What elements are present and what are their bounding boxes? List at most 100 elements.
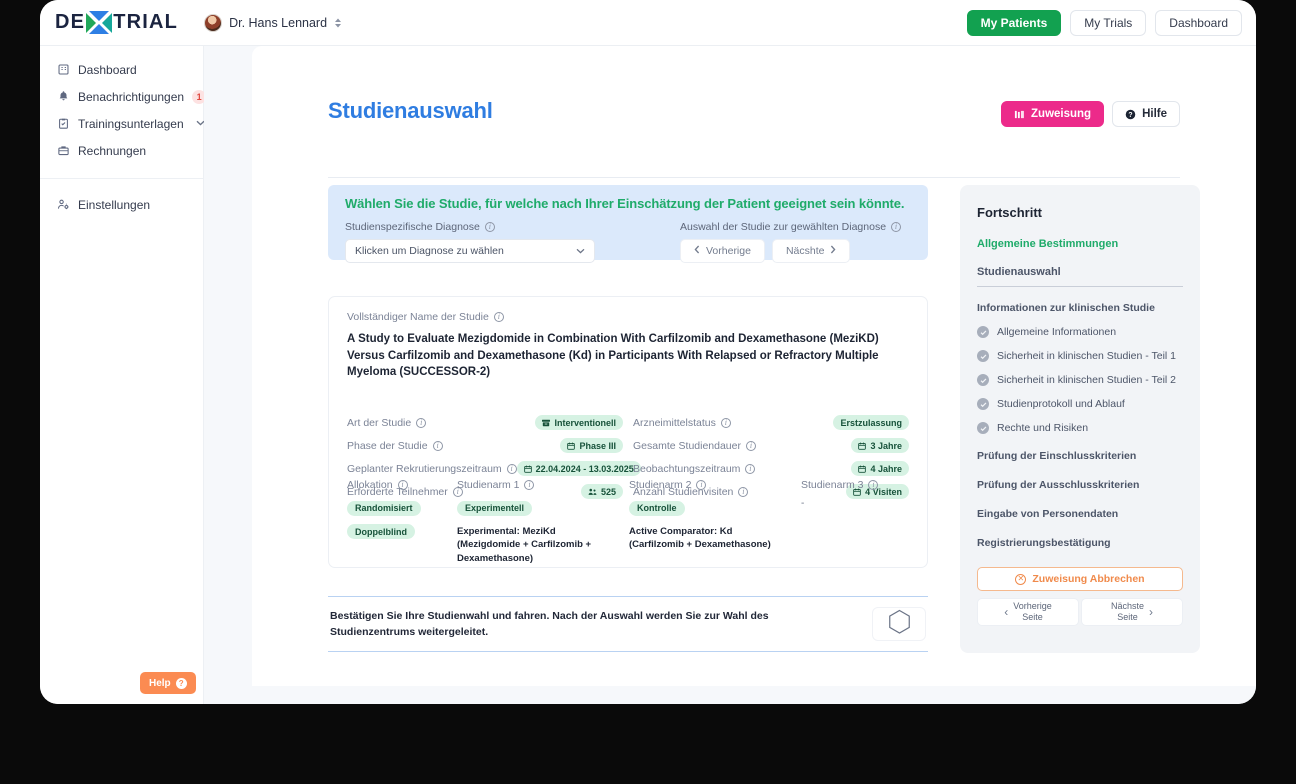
info-icon[interactable]: i xyxy=(745,440,756,451)
study-full-name: A Study to Evaluate Mezigdomide in Combi… xyxy=(347,333,879,379)
info-icon[interactable]: i xyxy=(506,463,517,474)
progress-substep-label: Allgemeine Informationen xyxy=(997,326,1117,338)
progress-substep-label: Sicherheit in klinischen Studien - Teil … xyxy=(997,350,1176,362)
panel-next-button[interactable]: Nächste Seite › xyxy=(1081,598,1183,626)
progress-substep[interactable]: Studienprotokoll und Ablauf xyxy=(977,398,1183,410)
progress-step-done[interactable]: Allgemeine Bestimmungen xyxy=(977,238,1183,250)
help-fab-button[interactable]: Help ? xyxy=(140,672,196,694)
info-icon[interactable]: i xyxy=(696,480,707,490)
diagnosis-select[interactable]: Klicken um Diagnose zu wählen xyxy=(345,239,595,263)
page-header-actions: Zuweisung ? Hilfe xyxy=(1001,101,1180,127)
content-card: Studienauswahl Zuweisung ? Hilfe Wählen … xyxy=(252,46,1256,686)
my-patients-button[interactable]: My Patients xyxy=(966,9,1062,36)
meta-value-chip: Phase III xyxy=(560,438,623,454)
zuweisung-button[interactable]: Zuweisung xyxy=(1001,101,1105,127)
zuweisung-button-label: Zuweisung xyxy=(1031,108,1092,120)
progress-substep-label: Sicherheit in klinischen Studien - Teil … xyxy=(997,374,1176,386)
info-icon[interactable]: i xyxy=(397,480,408,490)
info-icon[interactable]: i xyxy=(868,480,879,490)
sidebar-item-dashboard[interactable]: Dashboard xyxy=(40,56,203,83)
info-icon[interactable]: i xyxy=(720,417,731,428)
confirm-hexagon-button[interactable] xyxy=(872,607,926,641)
panel-pager: ‹ Vorherige Seite Nächste Seite › xyxy=(977,598,1183,626)
panel-prev-label-2: Seite xyxy=(1022,612,1043,622)
top-bar: DE TRIAL Dr. Hans Lennard My Patients My… xyxy=(40,0,1256,46)
hilfe-button[interactable]: ? Hilfe xyxy=(1112,101,1180,127)
sidebar-item-label: Trainingsunterlagen xyxy=(78,116,184,131)
diagnosis-label: Studienspezifische Diagnose xyxy=(345,221,480,233)
sidebar: Dashboard Benachrichtigungen 1 Trainings… xyxy=(40,46,207,704)
study-next-button[interactable]: Näcshte xyxy=(771,239,851,263)
user-menu[interactable]: Dr. Hans Lennard xyxy=(204,13,342,32)
info-icon[interactable]: i xyxy=(524,480,535,490)
progress-step-personendaten[interactable]: Eingabe von Personendaten xyxy=(977,508,1183,520)
app-window: DE TRIAL Dr. Hans Lennard My Patients My… xyxy=(40,0,1256,704)
arm1-label: Studienarm 1 xyxy=(457,479,520,491)
sidebar-item-benachrichtigungen[interactable]: Benachrichtigungen 1 xyxy=(40,83,207,110)
study-next-label: Näcshte xyxy=(785,245,825,257)
info-icon[interactable]: i xyxy=(745,463,756,474)
arm2-label-row: Studienarm 2 i xyxy=(629,479,789,491)
arm2-col: Studienarm 2 i Kontrolle Active Comparat… xyxy=(629,479,789,566)
check-circle-icon xyxy=(977,422,989,434)
sidebar-divider xyxy=(40,178,203,179)
meta-label: Beobachtungszeitraum xyxy=(633,462,741,475)
progress-step-registrierungsbestaetigung[interactable]: Registrierungsbestätigung xyxy=(977,537,1183,549)
page-header: Studienauswahl Zuweisung ? Hilfe xyxy=(328,98,1180,127)
brand-logo[interactable]: DE TRIAL xyxy=(55,10,178,35)
sidebar-item-label: Einstellungen xyxy=(78,197,151,212)
info-icon[interactable]: i xyxy=(432,440,443,451)
sidebar-item-rechnungen[interactable]: Rechnungen xyxy=(40,137,203,164)
my-trials-button[interactable]: My Trials xyxy=(1070,9,1147,36)
arm2-description: Active Comparator: Kd (Carfilzomib + Dex… xyxy=(629,525,771,551)
briefcase-icon xyxy=(57,144,70,157)
panel-prev-button[interactable]: ‹ Vorherige Seite xyxy=(977,598,1079,626)
allocation-chip-randomisiert: Randomisiert xyxy=(347,500,421,516)
meta-value-chip: 3 Jahre xyxy=(851,438,909,454)
meta-label: Phase der Studie xyxy=(347,439,428,452)
chevron-left-icon: ‹ xyxy=(1004,604,1009,619)
meta-phase-der-studie: Phase der Studie i Phase III xyxy=(347,434,623,457)
info-icon[interactable]: i xyxy=(493,312,504,322)
confirm-divider-bottom xyxy=(328,651,928,652)
study-pick-label: Auswahl der Studie zur gewählten Diagnos… xyxy=(680,221,887,233)
sidebar-item-trainingsunterlagen[interactable]: Trainingsunterlagen xyxy=(40,110,205,137)
header-divider xyxy=(328,177,1180,178)
panel-next-label-2: Seite xyxy=(1117,612,1138,622)
svg-text:?: ? xyxy=(1128,111,1132,118)
check-circle-icon xyxy=(977,374,989,386)
allocation-chip-doppelblind: Doppelblind xyxy=(347,524,415,539)
study-selection-notice: Wählen Sie die Studie, für welche nach I… xyxy=(328,185,928,263)
dashboard-button[interactable]: Dashboard xyxy=(1155,9,1242,36)
progress-substep[interactable]: Allgemeine Informationen xyxy=(977,326,1183,338)
progress-step-ausschlusskriterien[interactable]: Prüfung der Ausschlusskriterien xyxy=(977,479,1183,491)
meta-value-chip: Interventionell xyxy=(535,415,623,431)
study-name-label: Vollständiger Name der Studie xyxy=(347,311,489,323)
meta-label: Art der Studie xyxy=(347,416,412,429)
progress-step-einschlusskriterien[interactable]: Prüfung der Einschlusskriterien xyxy=(977,450,1183,462)
progress-substep-label: Rechte und Risiken xyxy=(997,422,1089,434)
meta-rekrutierungszeitraum: Geplanter Rekrutierungszeitraum i 22.04.… xyxy=(347,457,641,480)
progress-title: Fortschritt xyxy=(977,205,1042,220)
progress-substep[interactable]: Rechte und Risiken xyxy=(977,422,1183,434)
dashboard-icon xyxy=(57,63,70,76)
info-icon[interactable]: i xyxy=(416,417,427,428)
study-details-card: Vollständiger Name der Studie i A Study … xyxy=(328,296,928,568)
cancel-assignment-button[interactable]: ✕ Zuweisung Abbrechen xyxy=(977,567,1183,591)
meta-value-chip: Erstzulassung xyxy=(833,415,909,431)
arm1-description: Experimental: MeziKd (Mezigdomide + Carf… xyxy=(457,525,592,565)
arm1-label-row: Studienarm 1 i xyxy=(457,479,617,491)
study-arms: Allokation i Randomisiert Doppelblind St… xyxy=(347,479,909,566)
study-prev-button[interactable]: Vorherige xyxy=(680,239,765,263)
sidebar-item-label: Dashboard xyxy=(78,62,137,77)
arm2-chip: Kontrolle xyxy=(629,500,685,516)
sidebar-item-einstellungen[interactable]: Einstellungen xyxy=(40,191,203,218)
meta-label: Gesamte Studiendauer xyxy=(633,439,741,452)
progress-step-current[interactable]: Studienauswahl xyxy=(977,266,1183,287)
info-icon[interactable]: i xyxy=(484,222,495,232)
progress-substep[interactable]: Sicherheit in klinischen Studien - Teil … xyxy=(977,350,1183,362)
arm3-label: Studienarm 3 xyxy=(801,479,864,491)
info-icon[interactable]: i xyxy=(891,222,902,232)
progress-substep[interactable]: Sicherheit in klinischen Studien - Teil … xyxy=(977,374,1183,386)
study-pick-label-row: Auswahl der Studie zur gewählten Diagnos… xyxy=(680,221,911,233)
